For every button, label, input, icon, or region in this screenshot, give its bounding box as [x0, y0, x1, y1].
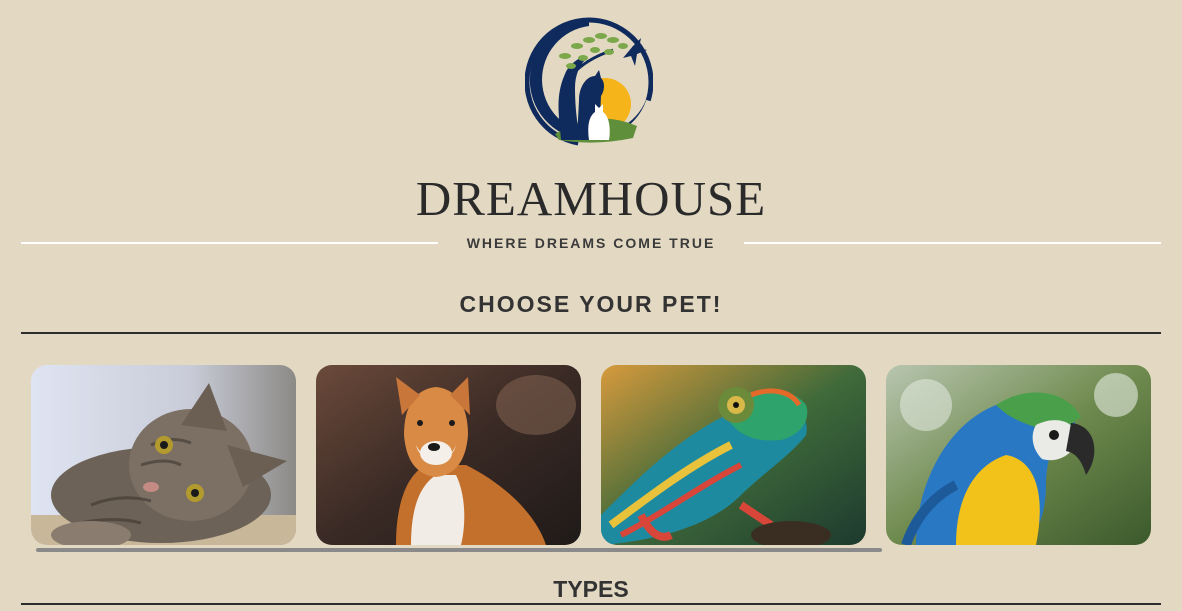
types-heading: TYPES — [553, 576, 629, 602]
pet-gallery[interactable] — [31, 365, 1153, 547]
section-divider — [21, 332, 1161, 334]
pet-card-parrot[interactable] — [886, 365, 1151, 545]
tagline-row: WHERE DREAMS COME TRUE — [21, 232, 1161, 256]
gallery-scrollbar[interactable] — [36, 548, 882, 552]
tagline-divider-right — [744, 242, 1161, 244]
chameleon-photo — [601, 365, 866, 545]
brand-title: DREAMHOUSE — [415, 171, 767, 226]
pet-card-dog[interactable] — [316, 365, 581, 545]
section-divider-types — [21, 603, 1161, 605]
pet-card-cat[interactable] — [31, 365, 296, 545]
dreamhouse-logo-icon — [524, 16, 654, 147]
macaw-parrot-photo — [886, 365, 1151, 545]
shiba-dog-photo — [316, 365, 581, 545]
choose-pet-heading: CHOOSE YOUR PET! — [459, 291, 723, 317]
pet-card-chameleon[interactable] — [601, 365, 866, 545]
cat-photo — [31, 365, 296, 545]
